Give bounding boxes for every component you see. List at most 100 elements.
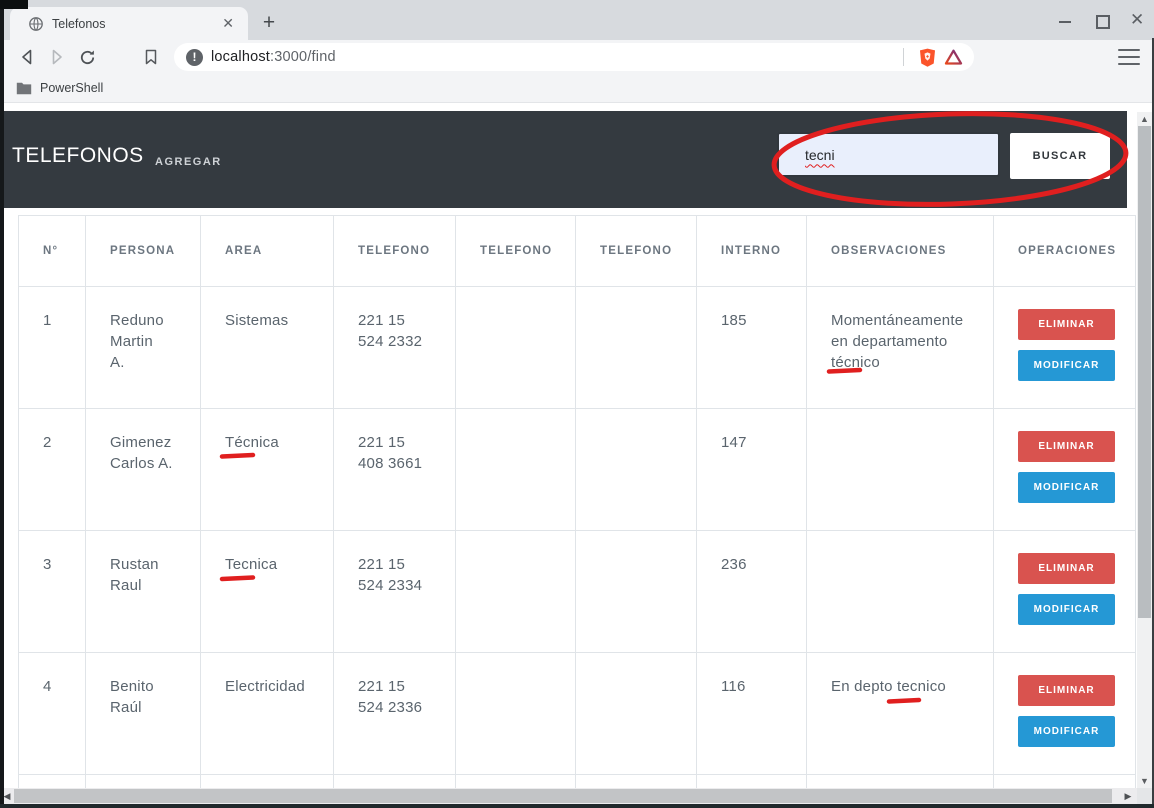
cell-observaciones: [807, 531, 994, 653]
cell-observaciones: [807, 409, 994, 531]
horizontal-scrollbar[interactable]: ◀ ▶: [0, 788, 1137, 804]
cell-interno: 116: [697, 653, 807, 775]
cell-interno: 147: [697, 409, 807, 531]
cell-telefono1: 221 15 524 2334: [334, 531, 456, 653]
eliminar-button[interactable]: ELIMINAR: [1018, 309, 1115, 340]
forward-icon[interactable]: [42, 43, 72, 71]
vertical-scrollbar[interactable]: ▲ ▼: [1137, 112, 1152, 788]
col-header-telefono3: TELEFONO: [576, 216, 697, 287]
cell-operaciones: ELIMINAR MODIFICAR: [994, 653, 1136, 775]
cell-interno: 185: [697, 287, 807, 409]
reload-icon[interactable]: [72, 43, 102, 71]
cell-n: 1: [19, 287, 86, 409]
page-content: TELEFONOS AGREGAR tecni BUSCAR N° PERSON…: [0, 103, 1154, 804]
col-header-interno: INTERNO: [697, 216, 807, 287]
cell-n: 4: [19, 653, 86, 775]
col-header-telefono2: TELEFONO: [456, 216, 576, 287]
browser-tab[interactable]: Telefonos ✕: [10, 7, 248, 40]
cell-telefono1: 221 15 524 2336: [334, 653, 456, 775]
folder-icon: [16, 82, 32, 95]
table-row: 4 Benito Raúl Electricidad 221 15 524 23…: [19, 653, 1136, 775]
table-row: 2 Gimenez Carlos A. Técnica 221 15 408 3…: [19, 409, 1136, 531]
bookmark-icon[interactable]: [136, 43, 166, 71]
menu-icon[interactable]: [1118, 49, 1140, 65]
triangle-extension-icon[interactable]: [940, 45, 966, 69]
cell-telefono2: [456, 409, 576, 531]
eliminar-button[interactable]: ELIMINAR: [1018, 675, 1115, 706]
scroll-down-icon[interactable]: ▼: [1137, 774, 1152, 788]
col-header-operaciones: OPERACIONES: [994, 216, 1136, 287]
tab-close-icon[interactable]: ✕: [218, 15, 238, 32]
cell-telefono2: [456, 653, 576, 775]
modificar-button[interactable]: MODIFICAR: [1018, 472, 1115, 503]
cell-area: Técnica: [201, 409, 334, 531]
eliminar-button[interactable]: ELIMINAR: [1018, 553, 1115, 584]
window-edge: [0, 804, 1154, 808]
table-row: 1 Reduno Martin A. Sistemas 221 15 524 2…: [19, 287, 1136, 409]
search-input-value: tecni: [805, 147, 835, 163]
col-header-persona: PERSONA: [86, 216, 201, 287]
modificar-button[interactable]: MODIFICAR: [1018, 350, 1115, 381]
cell-observaciones: Momentáneamente en departamento técnico: [807, 287, 994, 409]
url-host: localhost: [211, 49, 270, 65]
modificar-button[interactable]: MODIFICAR: [1018, 716, 1115, 747]
back-icon[interactable]: [12, 43, 42, 71]
cell-n: 2: [19, 409, 86, 531]
cell-area: Sistemas: [201, 287, 334, 409]
col-header-n: N°: [19, 216, 86, 287]
window-controls: ✕: [1058, 0, 1144, 40]
cell-telefono1: 221 15 524 2332: [334, 287, 456, 409]
cell-n: 3: [19, 531, 86, 653]
nav-link-agregar[interactable]: AGREGAR: [155, 156, 222, 168]
window-edge: [0, 0, 4, 808]
url-path: :3000/find: [270, 49, 336, 65]
tab-title: Telefonos: [52, 17, 218, 31]
cell-operaciones: ELIMINAR MODIFICAR: [994, 287, 1136, 409]
cell-telefono3: [576, 287, 697, 409]
table-row: 3 Rustan Raul Tecnica 221 15 524 2334 23…: [19, 531, 1136, 653]
cell-telefono3: [576, 653, 697, 775]
window-corner: [0, 0, 28, 9]
brave-shield-icon[interactable]: [914, 45, 940, 69]
bookmark-label: PowerShell: [40, 81, 103, 95]
bookmarks-bar: PowerShell: [0, 74, 1154, 103]
search-input[interactable]: tecni: [777, 132, 1000, 177]
col-header-telefono1: TELEFONO: [334, 216, 456, 287]
app-navbar: TELEFONOS AGREGAR tecni BUSCAR: [0, 111, 1127, 208]
horizontal-scrollbar-thumb[interactable]: [14, 789, 1112, 803]
site-info-icon[interactable]: !: [186, 49, 203, 66]
cell-operaciones: ELIMINAR MODIFICAR: [994, 531, 1136, 653]
table-header-row: N° PERSONA AREA TELEFONO TELEFONO TELEFO…: [19, 216, 1136, 287]
buscar-button[interactable]: BUSCAR: [1010, 133, 1110, 179]
minimize-icon[interactable]: [1058, 13, 1072, 27]
maximize-icon[interactable]: [1094, 13, 1108, 27]
cell-observaciones: En depto tecnico: [807, 653, 994, 775]
browser-toolbar: ! localhost:3000/find: [0, 40, 1154, 74]
cell-telefono2: [456, 531, 576, 653]
cell-persona: Reduno Martin A.: [86, 287, 201, 409]
scroll-up-icon[interactable]: ▲: [1137, 112, 1152, 126]
titlebar: Telefonos ✕ + ✕: [0, 0, 1154, 40]
cell-telefono3: [576, 531, 697, 653]
address-bar[interactable]: ! localhost:3000/find: [174, 43, 974, 71]
bookmark-item-powershell[interactable]: PowerShell: [16, 81, 103, 95]
url-text: localhost:3000/find: [211, 49, 893, 65]
cell-telefono3: [576, 409, 697, 531]
vertical-scrollbar-thumb[interactable]: [1138, 126, 1151, 618]
cell-interno: 236: [697, 531, 807, 653]
cell-area: Electricidad: [201, 653, 334, 775]
new-tab-button[interactable]: +: [256, 10, 282, 36]
modificar-button[interactable]: MODIFICAR: [1018, 594, 1115, 625]
globe-icon: [28, 16, 44, 32]
cell-telefono1: 221 15 408 3661: [334, 409, 456, 531]
cell-telefono2: [456, 287, 576, 409]
app-brand[interactable]: TELEFONOS: [12, 144, 144, 168]
cell-persona: Rustan Raul: [86, 531, 201, 653]
cell-persona: Gimenez Carlos A.: [86, 409, 201, 531]
cell-persona: Benito Raúl: [86, 653, 201, 775]
divider: [903, 48, 904, 66]
window-close-icon[interactable]: ✕: [1130, 13, 1144, 27]
col-header-observaciones: OBSERVACIONES: [807, 216, 994, 287]
eliminar-button[interactable]: ELIMINAR: [1018, 431, 1115, 462]
scroll-right-icon[interactable]: ▶: [1121, 788, 1135, 804]
